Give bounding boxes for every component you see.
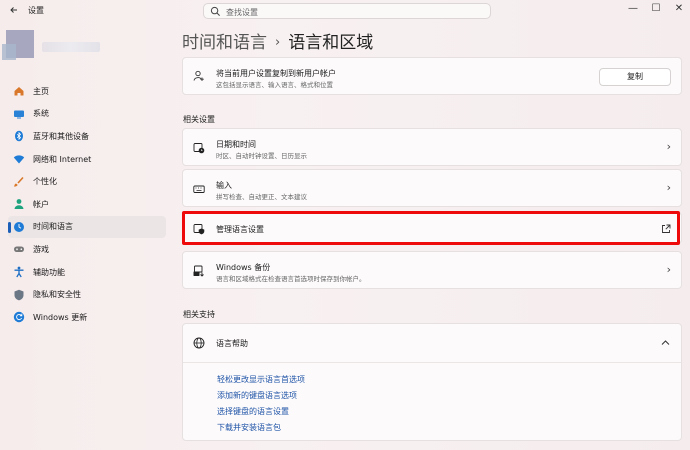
help-link[interactable]: 下载并安装语言包 — [217, 422, 281, 433]
date-time-title: 日期和时间 — [216, 140, 256, 149]
keyboard-icon — [193, 185, 205, 193]
sidebar-item-accounts[interactable]: 帐户 — [8, 193, 166, 216]
chevron-up-icon[interactable] — [661, 339, 670, 346]
language-help-title: 语言帮助 — [216, 339, 248, 348]
blurred-user-name — [42, 42, 100, 52]
title-bar: 设置 查找设置 — ☐ ✕ — [0, 0, 690, 22]
page-title: 语言和区域 — [288, 33, 374, 53]
help-link[interactable]: 轻松更改显示语言首选项 — [217, 374, 305, 385]
sidebar-item-label: 辅助功能 — [33, 267, 65, 277]
back-arrow-icon[interactable] — [8, 4, 20, 16]
external-link-icon — [662, 224, 671, 233]
calendar-clock-icon — [193, 143, 205, 154]
manage-language-title: 管理语言设置 — [216, 225, 264, 234]
breadcrumb-separator: › — [275, 35, 281, 50]
maximize-button[interactable]: ☐ — [649, 2, 663, 16]
sidebar-item-gaming[interactable]: 游戏 — [8, 238, 166, 261]
search-placeholder[interactable]: 查找设置 — [226, 7, 258, 18]
system-icon — [14, 110, 24, 119]
sidebar-item-label: 游戏 — [33, 244, 49, 254]
sidebar-item-label: 系统 — [33, 109, 49, 119]
manage-language-card[interactable]: 管理语言设置 — [182, 212, 682, 244]
sidebar-item-label: 个性化 — [33, 177, 57, 187]
sidebar-item-label: 隐私和安全性 — [33, 290, 81, 300]
sidebar-item-time-language[interactable]: 时间和语言 — [8, 215, 166, 239]
sidebar-item-personalization[interactable]: 个性化 — [8, 170, 166, 193]
help-link[interactable]: 添加新的键盘语言选项 — [217, 390, 297, 401]
related-support-heading: 相关支持 — [183, 310, 215, 319]
sidebar-item-label: Windows 更新 — [33, 312, 88, 322]
brush-icon — [14, 176, 24, 187]
search-box[interactable]: 查找设置 — [203, 3, 491, 19]
active-indicator — [8, 221, 11, 233]
backup-icon — [193, 265, 204, 277]
related-settings-heading: 相关设置 — [183, 115, 215, 124]
windows-backup-subtitle: 语言和区域格式在检查语言首选项时保存到你帐户。 — [216, 275, 366, 283]
input-card[interactable]: 输入 拼写检查、自动更正、文本建议 › — [182, 169, 682, 207]
sidebar-item-label: 帐户 — [33, 199, 49, 209]
sidebar-item-label: 蓝牙和其他设备 — [33, 131, 89, 141]
sidebar-item-label: 主页 — [33, 86, 49, 96]
divider — [183, 362, 681, 363]
sidebar-item-windows-update[interactable]: Windows 更新 — [8, 306, 166, 329]
input-title: 输入 — [216, 181, 232, 190]
gamepad-icon — [14, 246, 24, 253]
search-icon — [210, 6, 220, 16]
accessibility-icon — [14, 266, 24, 278]
bluetooth-icon — [15, 131, 23, 142]
home-icon — [14, 87, 24, 96]
user-copy-icon — [193, 70, 204, 81]
account-icon — [14, 199, 24, 210]
copy-settings-title: 将当前用户设置复制到新用户帐户 — [216, 69, 336, 78]
globe-icon — [193, 337, 205, 349]
input-subtitle: 拼写检查、自动更正、文本建议 — [216, 193, 307, 201]
sidebar-item-label: 网络和 Internet — [33, 154, 92, 164]
minimize-button[interactable]: — — [626, 2, 640, 16]
sidebar-item-accessibility[interactable]: 辅助功能 — [8, 261, 166, 284]
copy-button[interactable]: 复制 — [599, 68, 671, 86]
language-help-header[interactable]: 语言帮助 — [183, 324, 681, 362]
sidebar-item-network[interactable]: 网络和 Internet — [8, 148, 166, 171]
update-icon — [13, 312, 25, 323]
sidebar-item-home[interactable]: 主页 — [8, 80, 166, 103]
windows-backup-card[interactable]: Windows 备份 语言和区域格式在检查语言首选项时保存到你帐户。 › — [182, 251, 682, 289]
windows-backup-title: Windows 备份 — [216, 263, 271, 272]
copy-settings-card: 将当前用户设置复制到新用户帐户 这包括显示语言、输入语言、格式和位置 复制 — [182, 57, 682, 95]
sidebar-item-privacy[interactable]: 隐私和安全性 — [8, 283, 166, 306]
chevron-right-icon: › — [666, 140, 671, 153]
copy-settings-subtitle: 这包括显示语言、输入语言、格式和位置 — [216, 81, 333, 89]
date-time-card[interactable]: 日期和时间 时区、自动时钟设置、日历显示 › — [182, 128, 682, 166]
language-admin-icon — [193, 224, 205, 235]
sidebar-item-bluetooth[interactable]: 蓝牙和其他设备 — [8, 125, 166, 148]
sidebar-item-system[interactable]: 系统 — [8, 103, 166, 126]
breadcrumb: 时间和语言 › 语言和区域 — [182, 28, 373, 53]
shield-icon — [14, 289, 24, 301]
close-button[interactable]: ✕ — [672, 2, 686, 16]
chevron-right-icon: › — [666, 263, 671, 276]
avatar-shadow — [2, 44, 16, 60]
sidebar-item-label: 时间和语言 — [33, 222, 73, 232]
breadcrumb-parent[interactable]: 时间和语言 — [182, 33, 267, 53]
wifi-icon — [13, 155, 25, 164]
date-time-subtitle: 时区、自动时钟设置、日历显示 — [216, 152, 307, 160]
sidebar-nav: 主页 系统 蓝牙和其他设备 网络和 Internet 个性化 帐户 时间和语言 … — [8, 80, 166, 329]
clock-globe-icon — [14, 221, 24, 232]
help-link[interactable]: 选择键盘的语言设置 — [217, 406, 289, 417]
app-title: 设置 — [28, 6, 44, 15]
chevron-right-icon: › — [666, 181, 671, 194]
